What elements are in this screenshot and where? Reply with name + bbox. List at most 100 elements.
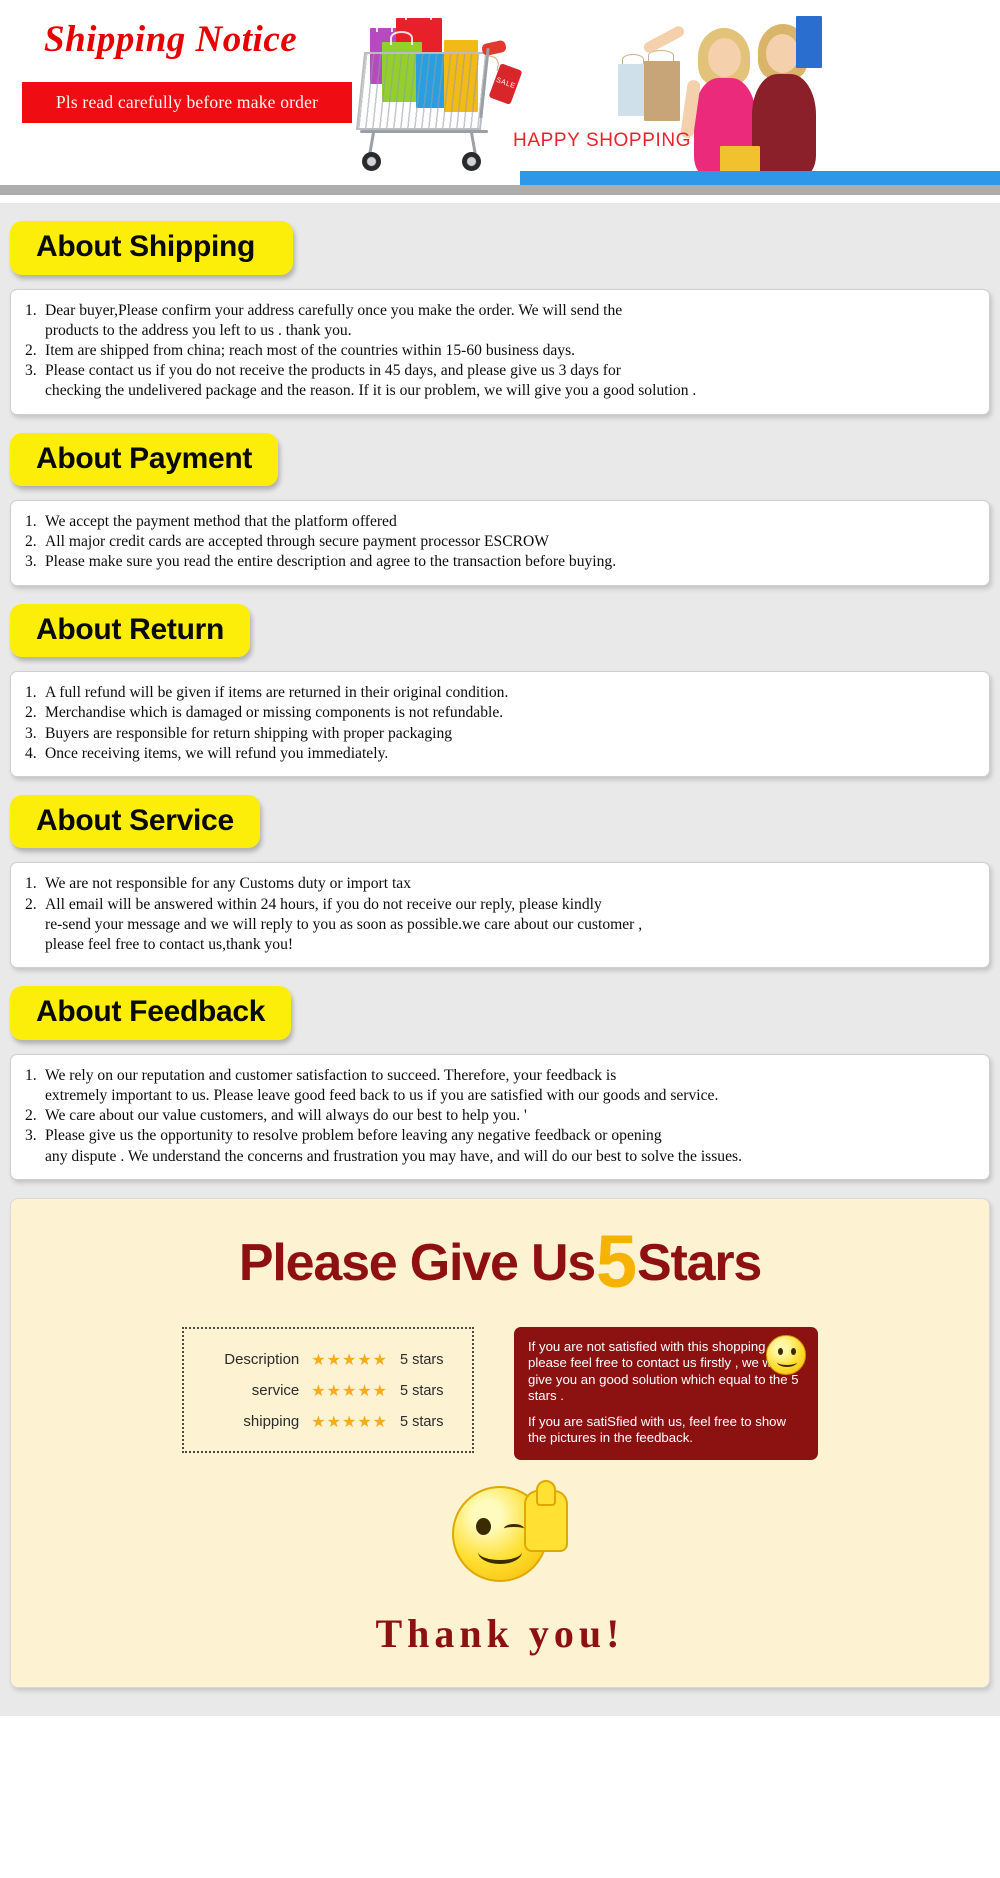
section-service: About Service 1. We are not responsible f… [0, 777, 1000, 969]
page-header: Shipping Notice Pls read carefully befor… [0, 0, 1000, 203]
list-text: We are not responsible for any Customs d… [45, 875, 411, 893]
list-number: 3. [25, 553, 37, 571]
ribbon-label: Pls read carefully before make order [55, 92, 319, 112]
star-group: ★★★★★ [311, 1412, 388, 1432]
section-card-feedback: 1. We rely on our reputation and customer… [10, 1053, 990, 1180]
notice-line-1: If you are not satisfied with this shopp… [528, 1338, 799, 1404]
page-title: Shipping Notice [44, 19, 298, 60]
list-item: 1. We are not responsible for any Customs… [25, 874, 975, 894]
list-item: 3. Please contact us if you do not receiv… [25, 361, 975, 401]
section-return: About Return 1. A full refund will be giv… [0, 586, 1000, 777]
thumbs-up-emoji-area [31, 1479, 969, 1598]
list-number: 3. [25, 1127, 37, 1145]
thumbs-up-icon [524, 1479, 568, 1552]
rating-value: 5 stars [400, 1382, 444, 1399]
star-icon: ★ [372, 1413, 388, 1431]
list-number: 3. [25, 724, 37, 742]
section-payment: About Payment 1. We accept the payment me… [0, 415, 1000, 586]
list-item: 2. Item are shipped from china; reach mos… [25, 341, 975, 361]
section-shipping: About Shipping 1. Dear buyer,Please confi… [0, 203, 1000, 415]
rating-label: Description [224, 1351, 300, 1369]
star-icon: ★ [341, 1413, 358, 1431]
heading-text-after: Stars [637, 1233, 762, 1292]
star-icon: ★ [357, 1382, 373, 1400]
list-text: Dear buyer,Please confirm your address c… [45, 301, 623, 339]
star-icon: ★ [372, 1382, 388, 1400]
list-text: We accept the payment method that the pl… [45, 513, 397, 531]
list-text: All email will be answered within 24 hou… [45, 895, 643, 954]
rating-row: service ★★★★★ 5 stars [202, 1381, 454, 1401]
blue-accent-bar [520, 171, 1000, 185]
list-number: 1. [25, 875, 37, 893]
shipping-notice-page: Shipping Notice Pls read carefully befor… [0, 0, 1000, 1716]
list-text: We rely on our reputation and customer s… [45, 1066, 719, 1104]
section-card-payment: 1. We accept the payment method that the … [10, 500, 990, 586]
list-item: 1. We accept the payment method that the … [25, 512, 975, 532]
list-item: 2. All major credit cards are accepted th… [25, 532, 975, 552]
list-text: All major credit cards are accepted thro… [45, 533, 550, 551]
list-number: 1. [25, 301, 37, 319]
star-icon: ★ [357, 1413, 373, 1431]
gray-divider-bar [0, 185, 1000, 195]
section-badge-shipping: About Shipping [10, 221, 294, 275]
ratings-box: Description ★★★★★ 5 stars service ★★★★★ … [182, 1326, 474, 1453]
list-item: 3. Buyers are responsible for return ship… [25, 724, 975, 744]
section-badge-payment: About Payment [10, 432, 279, 487]
list-text: Please give us the opportunity to resolv… [45, 1127, 742, 1165]
list-item: 3. Please make sure you read the entire d… [25, 552, 975, 572]
list-item: 3. Please give us the opportunity to reso… [25, 1126, 975, 1166]
list-item: 1. A full refund will be given if items a… [25, 683, 975, 703]
rating-label: shipping [243, 1413, 300, 1431]
notice-line-2: If you are satiSfied with us, feel free … [528, 1413, 787, 1446]
rating-label: service [251, 1382, 300, 1400]
notice-body: About Shipping 1. Dear buyer,Please confi… [0, 203, 1000, 1716]
list-number: 2. [25, 341, 37, 359]
list-number: 1. [25, 513, 37, 531]
star-icon: ★ [311, 1351, 327, 1369]
star-icon: ★ [311, 1413, 327, 1431]
section-card-return: 1. A full refund will be given if items a… [10, 671, 990, 777]
list-text: Buyers are responsible for return shippi… [45, 724, 453, 742]
star-group: ★★★★★ [311, 1350, 388, 1370]
list-text: Please make sure you read the entire des… [45, 553, 617, 571]
thank-you-text: Thank you! [375, 1610, 625, 1656]
five-stars-heading: Please Give Us5Stars [31, 1224, 969, 1299]
star-icon: ★ [341, 1382, 358, 1400]
star-icon: ★ [357, 1351, 373, 1369]
list-item: 2. We care about our value customers, and… [25, 1106, 975, 1126]
list-item: 2. Merchandise which is damaged or missin… [25, 703, 975, 723]
list-text: A full refund will be given if items are… [45, 684, 509, 702]
section-card-service: 1. We are not responsible for any Customs… [10, 862, 990, 969]
list-item: 1. Dear buyer,Please confirm your address… [25, 301, 975, 341]
list-number: 2. [25, 533, 37, 551]
star-group: ★★★★★ [311, 1381, 388, 1401]
list-number: 3. [25, 362, 37, 380]
list-text: Once receiving items, we will refund you… [45, 744, 389, 762]
star-icon: ★ [341, 1351, 358, 1369]
list-number: 1. [25, 684, 37, 702]
rating-row: Description ★★★★★ 5 stars [202, 1350, 454, 1370]
list-text: We care about our value customers, and w… [45, 1107, 527, 1125]
heading-text-before: Please Give Us [238, 1233, 596, 1292]
read-carefully-ribbon: Pls read carefully before make order [22, 82, 352, 123]
section-feedback: About Feedback 1. We rely on our reputati… [0, 968, 1000, 1180]
smiley-face-icon [766, 1334, 806, 1375]
golden-five-glyph: 5 [596, 1219, 637, 1303]
section-badge-feedback: About Feedback [10, 986, 292, 1040]
section-card-shipping: 1. Dear buyer,Please confirm your address… [10, 288, 990, 415]
satisfaction-notice-box: If you are not satisfied with this shopp… [514, 1326, 818, 1460]
list-item: 4. Once receiving items, we will refund y… [25, 744, 975, 764]
rating-value: 5 stars [400, 1351, 444, 1368]
list-number: 4. [25, 744, 37, 762]
list-item: 1. We rely on our reputation and customer… [25, 1066, 975, 1106]
star-icon: ★ [311, 1382, 327, 1400]
rating-value: 5 stars [400, 1413, 444, 1430]
rating-row: shipping ★★★★★ 5 stars [202, 1412, 454, 1432]
list-number: 2. [25, 895, 37, 913]
list-number: 2. [25, 704, 37, 722]
star-icon: ★ [326, 1351, 342, 1369]
list-number: 2. [25, 1107, 37, 1125]
star-icon: ★ [372, 1351, 388, 1369]
star-icon: ★ [326, 1413, 342, 1431]
happy-shopping-text: HAPPY SHOPPING [513, 130, 692, 151]
